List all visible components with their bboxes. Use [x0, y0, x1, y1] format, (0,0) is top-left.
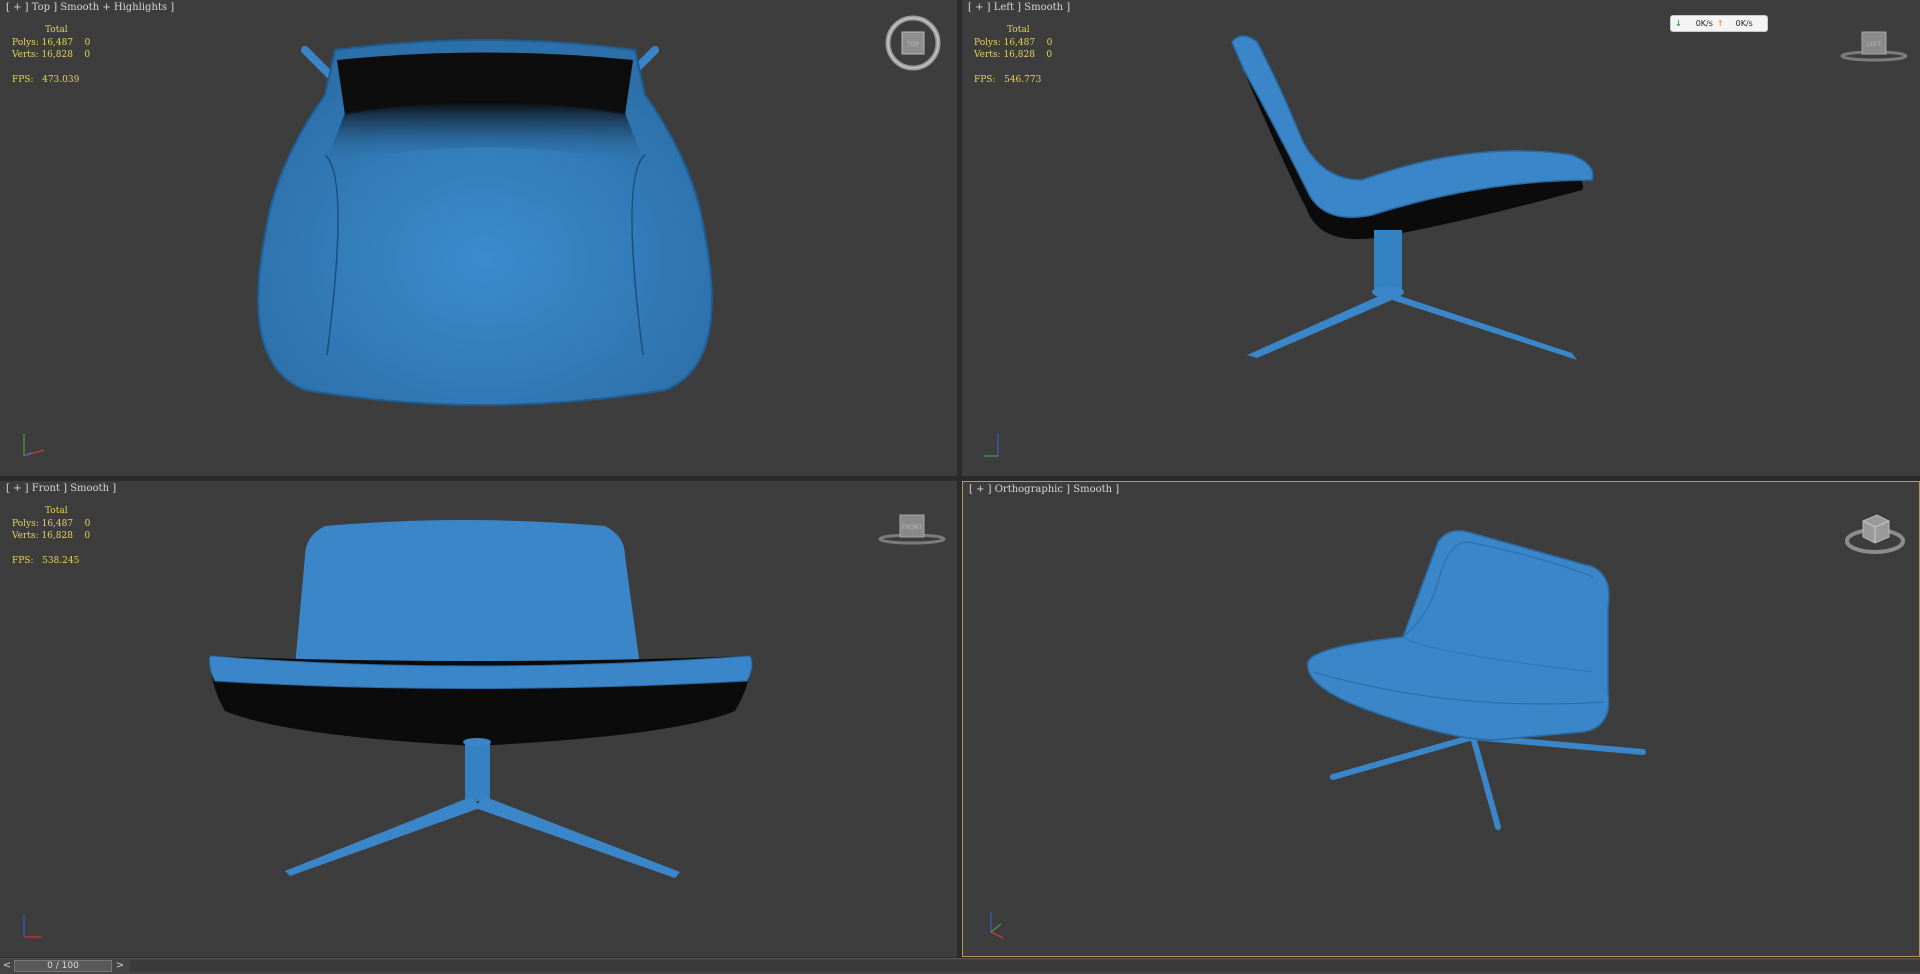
viewcube-icon[interactable]: LEFT: [1840, 28, 1908, 64]
fps-value: 538.245: [42, 555, 80, 566]
viewport-front[interactable]: [ + ] Front ] Smooth ] Total Polys: 16,4…: [0, 481, 957, 957]
fps-value: 473.039: [42, 74, 80, 85]
chair-model-front[interactable]: [205, 516, 755, 926]
stats-header: Total: [1007, 25, 1030, 35]
polys-label: Polys:: [974, 37, 1001, 48]
verts-selected: 0: [1046, 50, 1053, 60]
fps-value: 546.773: [1004, 74, 1042, 85]
polys-selected: 0: [1046, 37, 1053, 48]
stats-header: Total: [45, 25, 68, 35]
download-arrow-icon: ↓: [1675, 19, 1682, 28]
label-bracket: ]: [1112, 484, 1120, 495]
viewport-top[interactable]: [ + ] Top ] Smooth + Highlights ] Total …: [0, 0, 957, 476]
axis-tripod-icon: [990, 912, 1004, 939]
polys-value: 16,487: [41, 37, 74, 48]
label-bracket: ]: [167, 2, 175, 13]
time-slider-bar: < 0 / 100 >: [0, 958, 1920, 974]
label-bracket: ]: [109, 483, 117, 494]
polys-value: 16,487: [41, 518, 74, 529]
stats-verts: Verts: 16,828 0: [974, 49, 1052, 62]
viewport-shading-menu[interactable]: Smooth: [1073, 484, 1112, 495]
label-separator: ]: [1062, 484, 1074, 495]
stats-polys: Polys: 16,487 0: [12, 518, 90, 531]
stats-fps: FPS: 473.039: [12, 74, 90, 87]
label-separator: ]: [59, 483, 71, 494]
network-speed-widget: ↓ 0K/s ↑ 0K/s: [1670, 15, 1768, 32]
stats-header: Total: [45, 506, 68, 516]
verts-label: Verts:: [974, 50, 1001, 60]
viewport-view-menu[interactable]: Left: [994, 2, 1014, 13]
viewcube-label: FRONT: [902, 524, 923, 531]
axis-tripod-icon: [984, 434, 999, 457]
viewcube-label: TOP: [906, 41, 919, 48]
stats-verts: Verts: 16,828 0: [12, 530, 90, 543]
axis-tripod-icon: [23, 434, 45, 457]
viewport-label: [ + ] Orthographic ] Smooth ]: [969, 484, 1119, 495]
fps-label: FPS:: [12, 74, 34, 85]
viewport-label: [ + ] Front ] Smooth ]: [6, 483, 116, 494]
upload-arrow-icon: ↑: [1716, 19, 1724, 28]
viewcube-3d-icon[interactable]: [1843, 507, 1907, 557]
viewport-menu-plus[interactable]: [ + ]: [6, 483, 32, 494]
stats-polys: Polys: 16,487 0: [974, 37, 1052, 50]
label-separator: ]: [1014, 2, 1025, 13]
verts-selected: 0: [84, 531, 91, 541]
label-separator: ]: [50, 2, 61, 13]
upload-speed: 0K/s: [1735, 19, 1753, 28]
stats-fps: FPS: 546.773: [974, 74, 1052, 87]
viewport-menu-plus[interactable]: [ + ]: [969, 484, 995, 495]
verts-value: 16,828: [1003, 50, 1035, 60]
stats-overlay: Total Polys: 16,487 0 Verts: 16,828 0 FP…: [974, 24, 1052, 86]
viewport-orthographic[interactable]: [ + ] Orthographic ] Smooth ]: [962, 481, 1920, 957]
verts-value: 16,828: [41, 50, 73, 60]
verts-value: 16,828: [41, 531, 73, 541]
chair-model-orthographic[interactable]: [1293, 522, 1683, 842]
stats-polys: Polys: 16,487 0: [12, 37, 90, 50]
viewport-view-menu[interactable]: Front: [32, 483, 60, 494]
viewport-label: [ + ] Top ] Smooth + Highlights ]: [6, 2, 174, 13]
fps-label: FPS:: [974, 74, 996, 85]
time-slider[interactable]: 0 / 100: [14, 960, 112, 972]
label-bracket: ]: [1063, 2, 1071, 13]
stats-fps: FPS: 538.245: [12, 555, 90, 568]
axis-tripod-icon: [23, 915, 42, 938]
polys-label: Polys:: [12, 518, 39, 529]
verts-label: Verts:: [12, 531, 39, 541]
viewcube-label: LEFT: [1867, 41, 1881, 48]
polys-selected: 0: [84, 518, 91, 529]
prev-frame-button[interactable]: <: [1, 960, 13, 972]
viewport-label: [ + ] Left ] Smooth ]: [968, 2, 1070, 13]
viewport-view-menu[interactable]: Orthographic: [995, 484, 1063, 495]
viewport-menu-plus[interactable]: [ + ]: [6, 2, 32, 13]
viewport-shading-menu[interactable]: Smooth: [70, 483, 109, 494]
next-frame-button[interactable]: >: [114, 960, 126, 972]
viewcube-icon[interactable]: FRONT: [878, 511, 946, 547]
stats-overlay: Total Polys: 16,487 0 Verts: 16,828 0 FP…: [12, 24, 90, 86]
polys-label: Polys:: [12, 37, 39, 48]
timeline-track[interactable]: [130, 960, 1920, 972]
polys-value: 16,487: [1003, 37, 1036, 48]
viewport-view-menu[interactable]: Top: [32, 2, 50, 13]
polys-selected: 0: [84, 37, 91, 48]
verts-selected: 0: [84, 50, 91, 60]
stats-verts: Verts: 16,828 0: [12, 49, 90, 62]
fps-label: FPS:: [12, 555, 34, 566]
viewport-menu-plus[interactable]: [ + ]: [968, 2, 994, 13]
viewport-shading-menu[interactable]: Smooth + Highlights: [60, 2, 167, 13]
viewcube-compass-icon[interactable]: TOP: [884, 14, 942, 72]
stats-overlay: Total Polys: 16,487 0 Verts: 16,828 0 FP…: [12, 505, 90, 567]
verts-label: Verts:: [12, 50, 39, 60]
chair-model-left[interactable]: [1222, 30, 1632, 450]
viewport-shading-menu[interactable]: Smooth: [1024, 2, 1063, 13]
chair-model-top[interactable]: [225, 35, 745, 450]
viewport-left[interactable]: [ + ] Left ] Smooth ] Total Polys: 16,48…: [962, 0, 1920, 476]
download-speed: 0K/s: [1695, 19, 1713, 28]
